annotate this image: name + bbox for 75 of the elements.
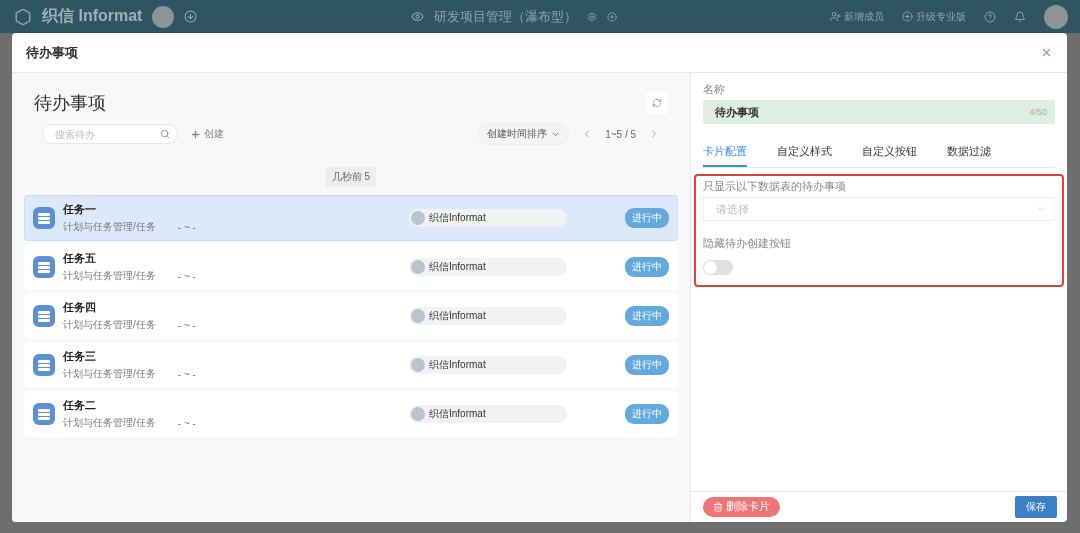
avatar (411, 358, 425, 372)
download-icon[interactable] (184, 10, 198, 23)
task-path: 计划与任务管理/任务 (63, 367, 156, 381)
todo-item[interactable]: 任务二 计划与任务管理/任务 - ~ - 织信Informat 进行中 (24, 391, 678, 437)
list-title: 待办事项 (34, 92, 107, 115)
task-path: 计划与任务管理/任务 (63, 416, 156, 430)
avatar[interactable] (152, 5, 175, 28)
task-title: 任务四 (63, 300, 97, 315)
tab[interactable]: 数据过滤 (947, 144, 991, 167)
refresh-button[interactable] (646, 92, 668, 114)
status-badge: 进行中 (625, 404, 669, 424)
owner-chip: 织信Informat (409, 405, 567, 423)
bell-icon[interactable] (1014, 10, 1026, 23)
char-count: 4/50 (1029, 107, 1047, 117)
tab[interactable]: 自定义样式 (777, 144, 832, 167)
task-path: 计划与任务管理/任务 (63, 269, 156, 283)
owner-chip: 织信Informat (409, 258, 567, 276)
pager-text: 1~5 / 5 (605, 128, 636, 140)
task-icon (33, 354, 55, 376)
task-icon (33, 305, 55, 327)
status-badge: 进行中 (625, 257, 669, 277)
eye-icon (410, 10, 424, 23)
task-title: 任务五 (63, 251, 97, 266)
task-path: 计划与任务管理/任务 (63, 318, 156, 332)
trash-icon (713, 502, 723, 512)
todo-item[interactable]: 任务三 计划与任务管理/任务 - ~ - 织信Informat 进行中 (24, 342, 678, 388)
project-title: 研发项目管理（瀑布型） (433, 7, 577, 26)
owner-chip: 织信Informat (409, 209, 567, 227)
todo-item[interactable]: 任务五 计划与任务管理/任务 - ~ - 织信Informat 进行中 (24, 244, 678, 290)
field-label: 只显示以下数据表的待办事项 (703, 180, 847, 194)
task-icon (33, 403, 55, 425)
logo-icon (14, 7, 32, 26)
task-title: 任务二 (63, 398, 97, 413)
tab[interactable]: 卡片配置 (703, 144, 747, 167)
avatar[interactable] (1044, 4, 1068, 29)
settings-icon[interactable] (586, 11, 597, 22)
dialog-title: 待办事项 (26, 43, 78, 62)
status-badge: 进行中 (625, 208, 669, 228)
task-date: - ~ - (177, 319, 196, 331)
group-header: 几秒前 5 (325, 167, 377, 187)
create-link[interactable]: 创建 (190, 127, 224, 141)
table-select[interactable]: 请选择 (703, 197, 1055, 221)
owner-chip: 织信Informat (409, 356, 567, 374)
field-label: 名称 (703, 83, 726, 97)
avatar (411, 309, 425, 323)
app-logo: 织信 Informat (42, 6, 143, 26)
task-title: 任务一 (63, 202, 97, 217)
task-date: - ~ - (177, 368, 196, 380)
avatar (411, 260, 425, 274)
sort-dropdown[interactable]: 创建时间排序 (478, 123, 570, 145)
owner-chip: 织信Informat (409, 307, 567, 325)
task-date: - ~ - (177, 221, 196, 233)
close-icon[interactable] (1040, 46, 1053, 59)
search-field[interactable]: 搜索待办 (42, 124, 178, 144)
plus-icon (190, 128, 201, 140)
task-icon (33, 256, 55, 278)
status-badge: 进行中 (625, 355, 669, 375)
search-icon (160, 129, 170, 139)
task-title: 任务三 (63, 349, 97, 364)
task-date: - ~ - (177, 270, 196, 282)
toggle-switch[interactable] (703, 260, 733, 275)
todo-item[interactable]: 任务四 计划与任务管理/任务 - ~ - 织信Informat 进行中 (24, 293, 678, 339)
help-icon[interactable] (984, 10, 996, 23)
field-label: 隐藏待办创建按钮 (703, 237, 792, 251)
task-icon (33, 207, 55, 229)
save-button[interactable]: 保存 (1015, 496, 1057, 518)
avatar (411, 211, 425, 225)
task-path: 计划与任务管理/任务 (63, 220, 156, 234)
add-user-icon (830, 11, 841, 22)
avatar (411, 407, 425, 421)
refresh-icon (652, 98, 662, 108)
tab[interactable]: 自定义按钮 (862, 144, 917, 167)
task-date: - ~ - (177, 417, 196, 429)
todo-item[interactable]: 任务一 计划与任务管理/任务 - ~ - 织信Informat 进行中 (24, 195, 678, 241)
status-badge: 进行中 (625, 306, 669, 326)
